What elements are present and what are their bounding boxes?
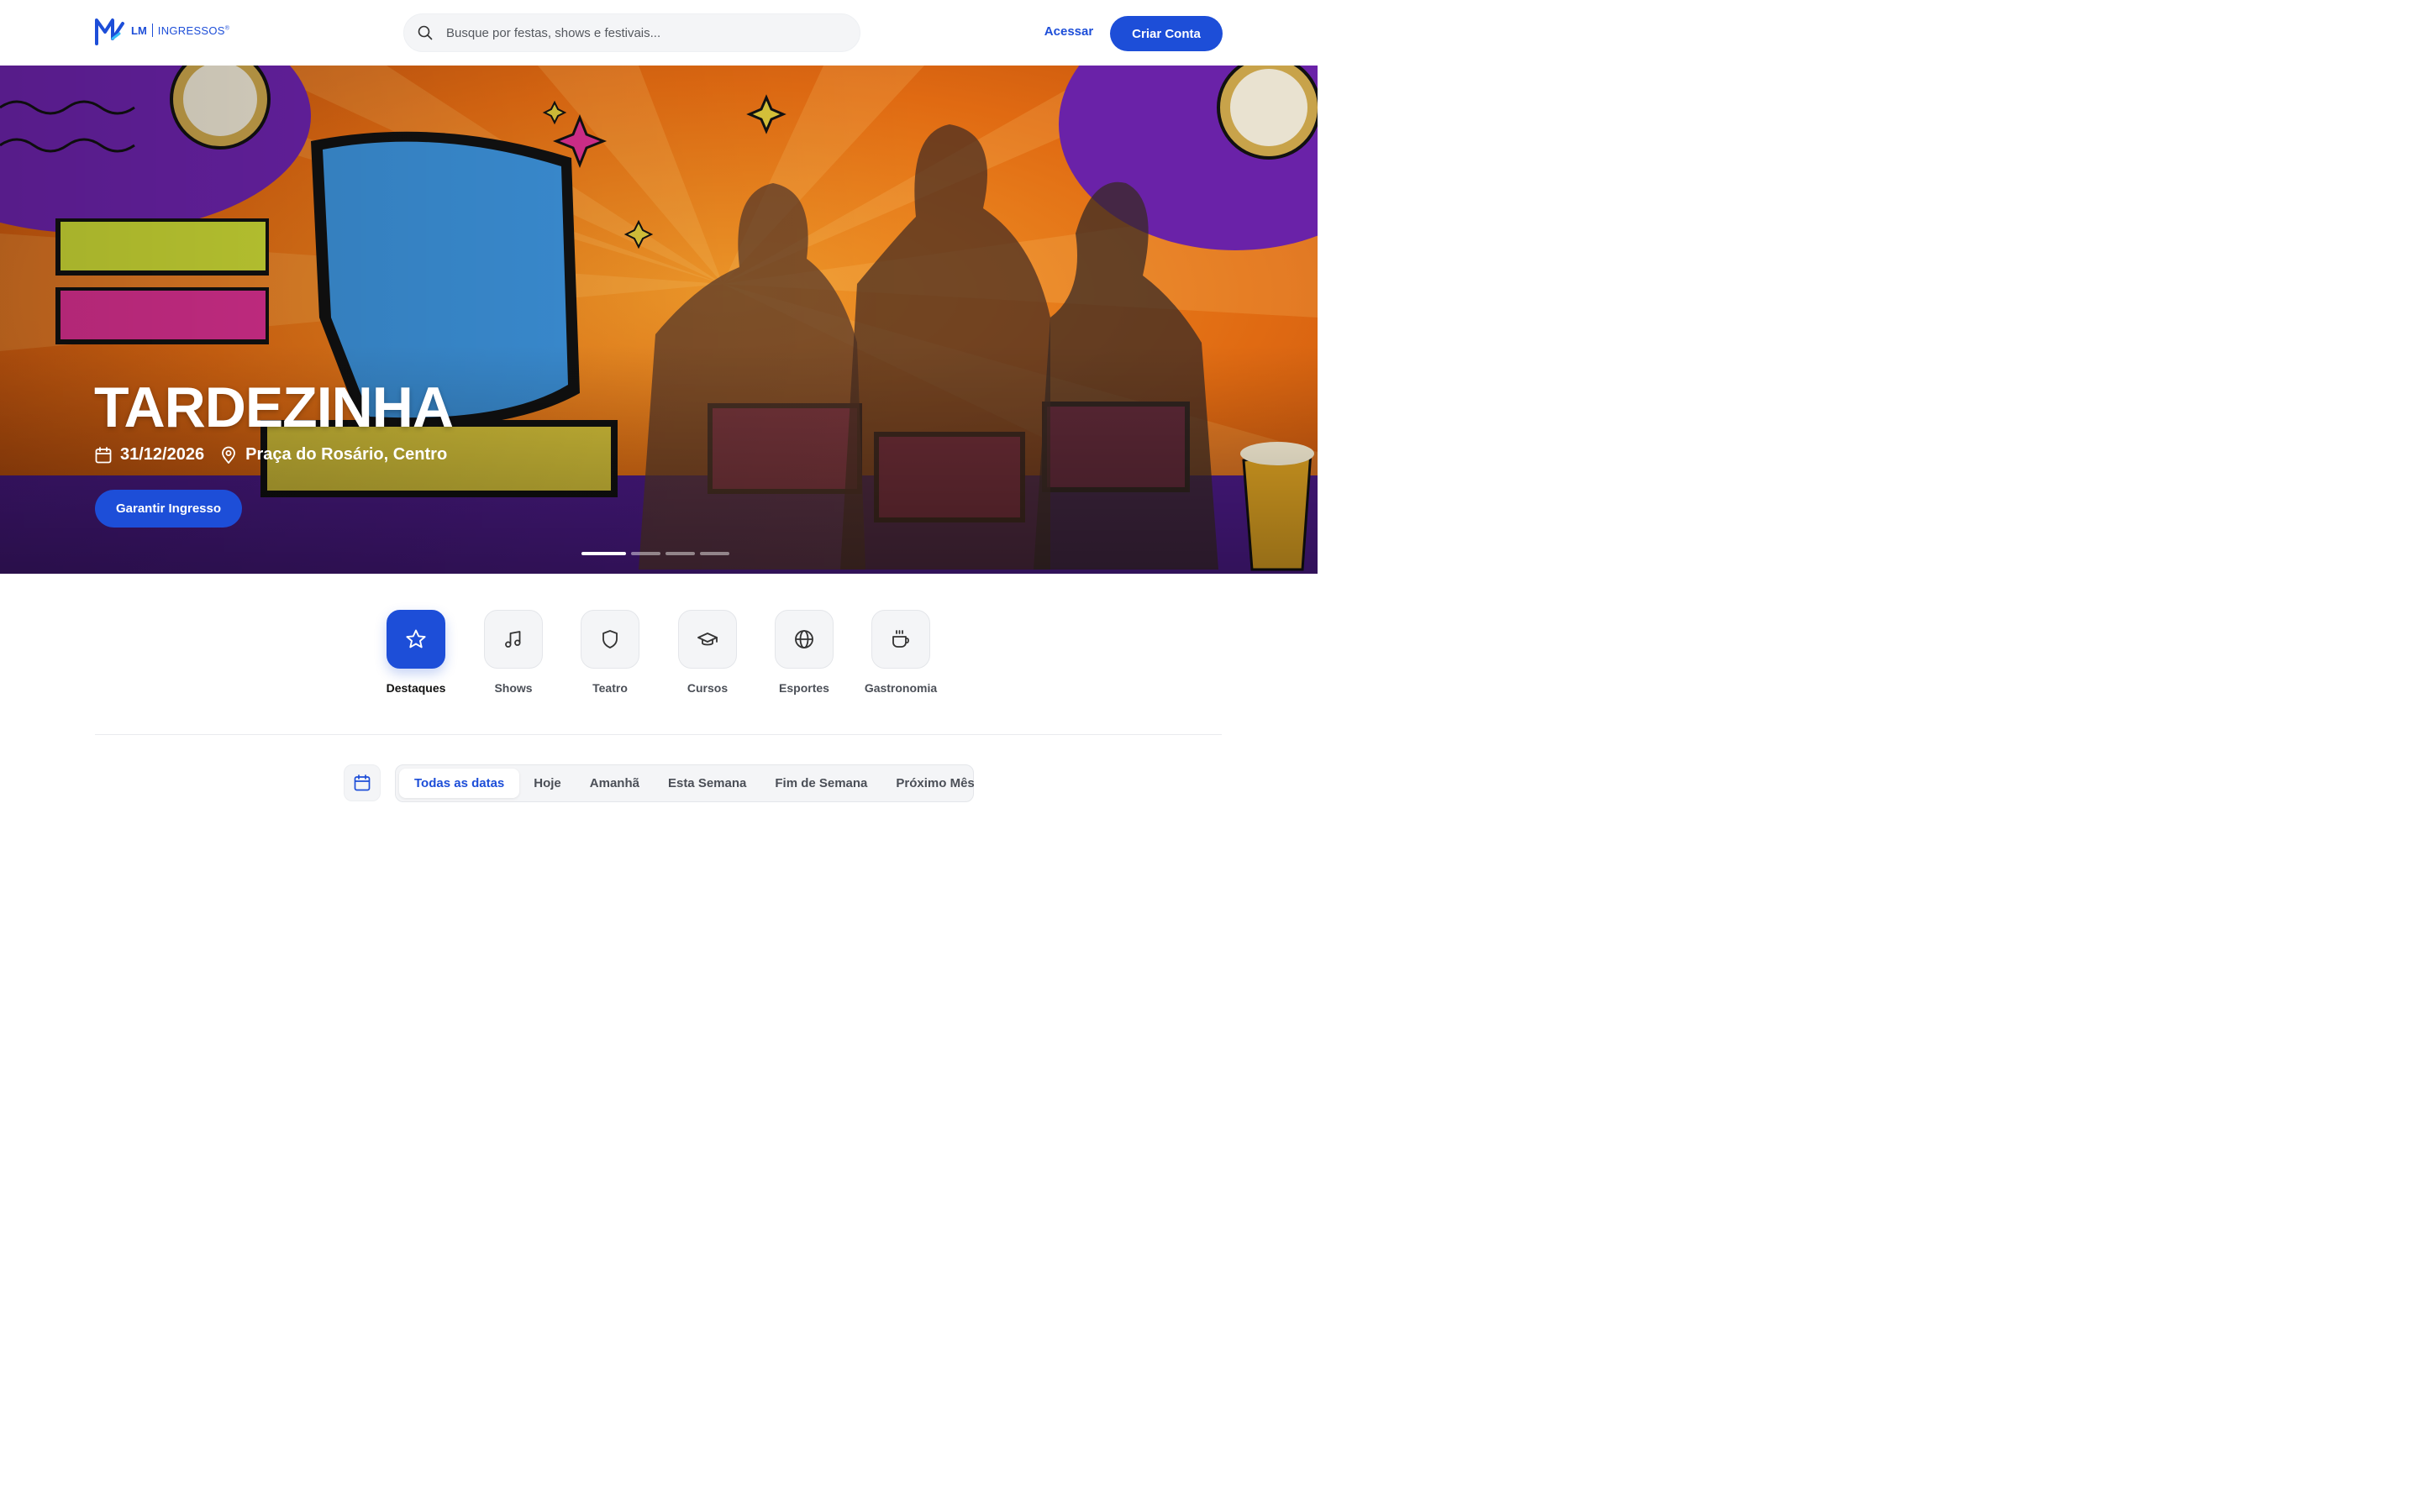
hero-location-wrap: Praça do Rosário, Centro bbox=[219, 445, 447, 465]
category-icon-box[interactable] bbox=[775, 610, 834, 669]
login-link[interactable]: Acessar bbox=[1039, 24, 1099, 39]
category-label: Destaques bbox=[386, 681, 446, 695]
category-gastronomia[interactable]: Gastronomia bbox=[852, 610, 950, 695]
category-icon-box[interactable] bbox=[484, 610, 543, 669]
map-pin-icon bbox=[222, 446, 236, 464]
calendar-icon bbox=[95, 446, 112, 463]
category-icon-box[interactable] bbox=[387, 610, 445, 669]
coffee-cup-icon bbox=[892, 630, 909, 648]
category-destaques[interactable]: Destaques bbox=[367, 610, 465, 695]
search-icon bbox=[418, 25, 433, 40]
carousel-dot[interactable] bbox=[700, 552, 729, 555]
search-bar[interactable] bbox=[403, 13, 860, 52]
category-icon-box[interactable] bbox=[678, 610, 737, 669]
carousel-dot[interactable] bbox=[631, 552, 660, 555]
category-label: Shows bbox=[494, 681, 533, 695]
date-tab-todas[interactable]: Todas as datas bbox=[399, 769, 520, 798]
category-label: Gastronomia bbox=[864, 681, 938, 695]
date-tab-fim-de-semana[interactable]: Fim de Semana bbox=[760, 769, 881, 798]
category-label: Cursos bbox=[687, 681, 729, 695]
logo-name-text: INGRESSOS® bbox=[158, 24, 229, 37]
hero-date: 31/12/2026 bbox=[120, 445, 205, 464]
hero-title: TARDEZINHA bbox=[94, 375, 454, 439]
date-tab-hoje[interactable]: Hoje bbox=[519, 769, 576, 798]
category-icon-box[interactable] bbox=[871, 610, 930, 669]
logo-name: INGRESSOS bbox=[157, 24, 225, 37]
category-shows[interactable]: Shows bbox=[465, 610, 562, 695]
category-teatro[interactable]: Teatro bbox=[561, 610, 659, 695]
music-note-icon bbox=[505, 631, 521, 648]
star-icon bbox=[406, 629, 426, 648]
category-label: Teatro bbox=[592, 681, 628, 695]
date-tab-amanha[interactable]: Amanhã bbox=[576, 769, 654, 798]
carousel-dot[interactable] bbox=[581, 552, 626, 555]
section-divider bbox=[95, 734, 1222, 735]
date-picker-button[interactable] bbox=[344, 764, 381, 801]
category-icon-box[interactable] bbox=[581, 610, 639, 669]
category-label: Esportes bbox=[779, 681, 829, 695]
hero-location: Praça do Rosário, Centro bbox=[245, 445, 448, 464]
logo-lm-text: LM bbox=[131, 24, 147, 37]
date-tab-esta-semana[interactable]: Esta Semana bbox=[654, 769, 760, 798]
logo-registered: ® bbox=[224, 25, 230, 32]
globe-icon bbox=[795, 630, 813, 648]
logo-separator bbox=[151, 24, 153, 37]
date-filter-tabs: Todas as datas Hoje Amanhã Esta Semana F… bbox=[395, 764, 975, 802]
category-cursos[interactable]: Cursos bbox=[659, 610, 756, 695]
hero-banner[interactable]: TARDEZINHA 31/12/2026 Praça do Rosário, … bbox=[0, 66, 1318, 574]
logo-mark-icon bbox=[95, 18, 124, 45]
category-esportes[interactable]: Esportes bbox=[755, 610, 853, 695]
brand-logo[interactable]: LM INGRESSOS® bbox=[94, 15, 229, 45]
top-header: LM INGRESSOS® Acessar Criar Conta bbox=[0, 0, 1318, 66]
search-input[interactable] bbox=[446, 25, 833, 40]
hero-meta: 31/12/2026 Praça do Rosário, Centro bbox=[94, 445, 447, 465]
graduation-cap-icon bbox=[697, 633, 718, 646]
create-account-button[interactable]: Criar Conta bbox=[1110, 16, 1223, 51]
carousel-dots bbox=[581, 552, 729, 555]
category-nav: Destaques Shows Teatro Cursos Esportes G… bbox=[0, 610, 1318, 702]
get-ticket-button[interactable]: Garantir Ingresso bbox=[95, 490, 242, 528]
shield-icon bbox=[602, 630, 618, 648]
calendar-icon bbox=[354, 774, 371, 791]
carousel-dot[interactable] bbox=[666, 552, 695, 555]
date-tab-proximo-mes[interactable]: Próximo Mês bbox=[881, 769, 988, 798]
